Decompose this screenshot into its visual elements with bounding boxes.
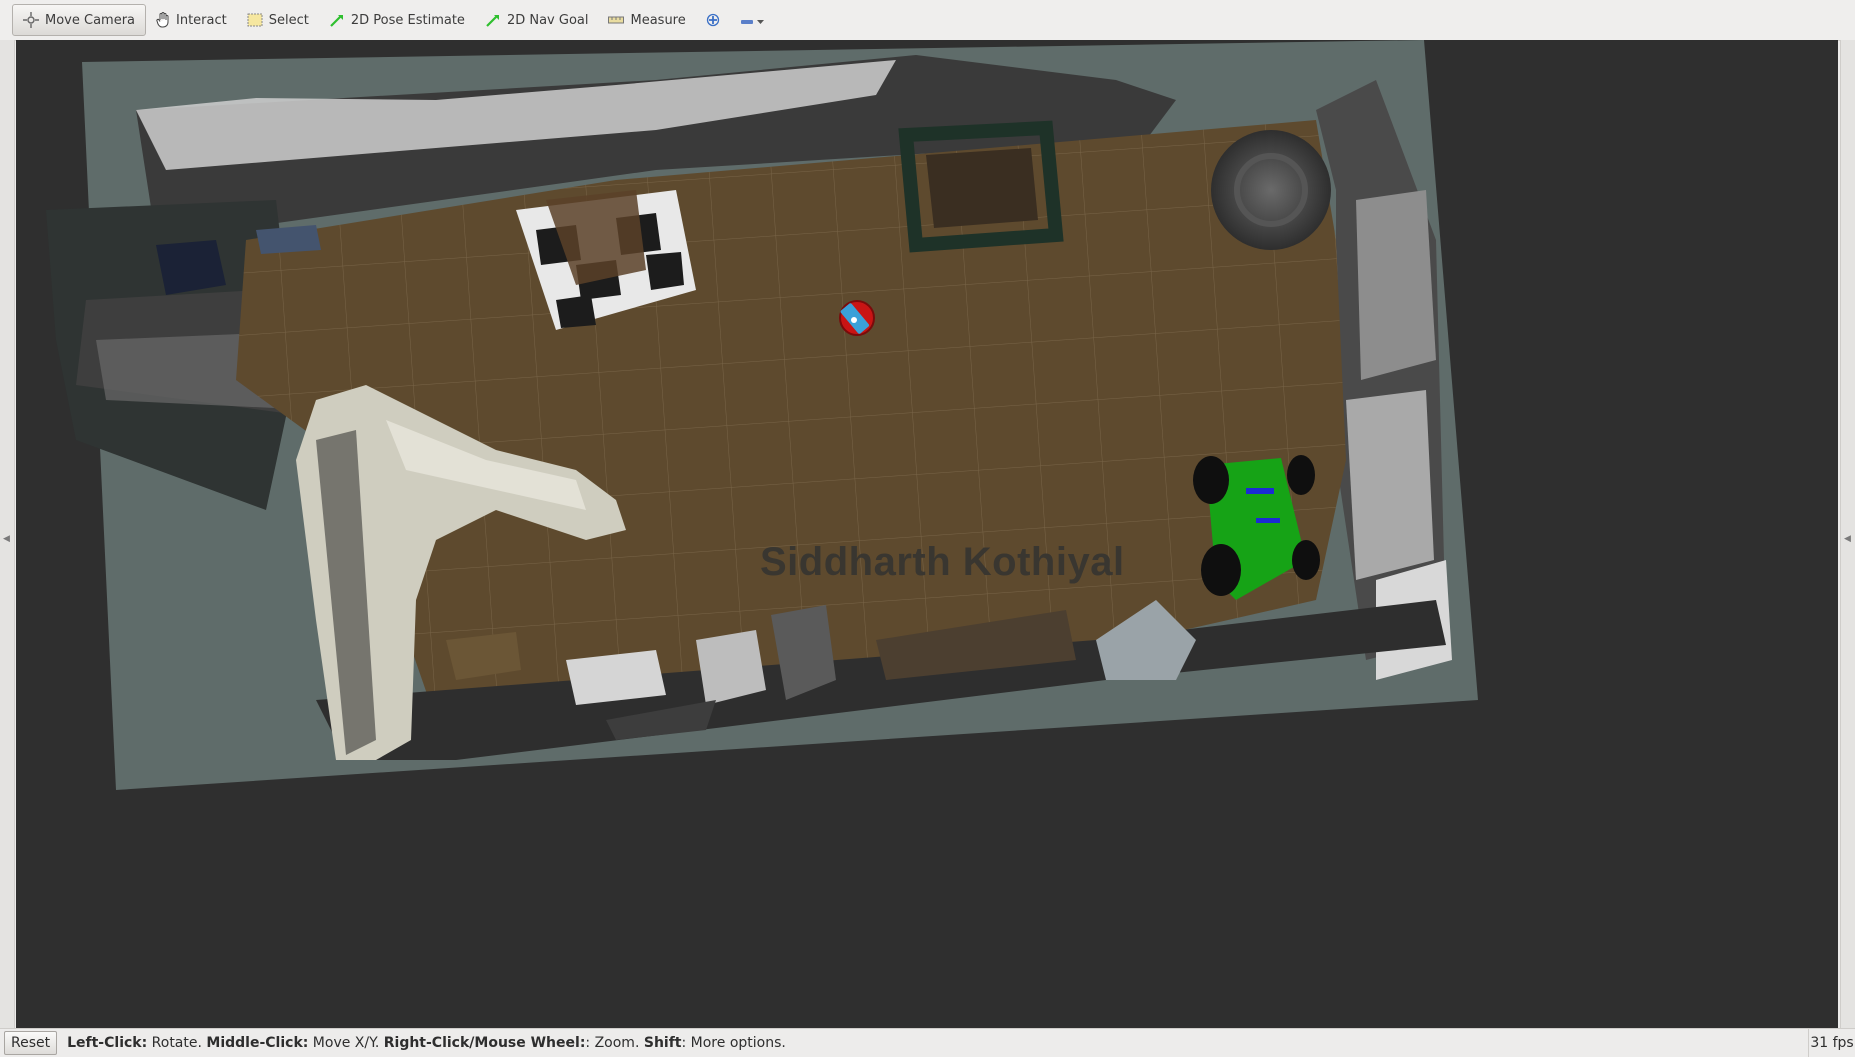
remove-tool-dropdown[interactable] (730, 4, 775, 36)
chevron-right-icon: ◀ (1844, 534, 1851, 544)
hint-key: Middle-Click: (206, 1035, 309, 1051)
measure-label: Measure (630, 12, 686, 28)
move-camera-tool[interactable]: Move Camera (12, 4, 147, 36)
robot-marker (839, 300, 875, 336)
measure-tool[interactable]: Measure (598, 4, 695, 36)
nav-goal-label: 2D Nav Goal (506, 12, 589, 28)
hint-key: Shift (643, 1035, 682, 1051)
hint-key: Right-Click/Mouse Wheel: (383, 1035, 586, 1051)
reset-button[interactable]: Reset (4, 1031, 58, 1055)
green-arrow-icon (485, 12, 501, 28)
fps-counter: 31 fps (1808, 1029, 1855, 1057)
select-box-icon (247, 13, 263, 27)
move-camera-icon (23, 12, 39, 28)
plus-icon (706, 13, 720, 27)
watermark-text: Siddharth Kothiyal (760, 540, 1125, 584)
point-cloud-scene (46, 40, 1478, 790)
hint-key: Left-Click: (67, 1035, 148, 1051)
minus-icon (740, 11, 754, 30)
status-bar: Reset Left-Click: Rotate. Middle-Click: … (0, 1028, 1855, 1057)
select-label: Select (268, 12, 309, 28)
hint-desc: : Zoom. (585, 1035, 644, 1051)
hint-desc: Rotate. (147, 1035, 207, 1051)
hint-desc: : More options. (681, 1035, 786, 1051)
chevron-left-icon: ◀ (3, 534, 10, 544)
hint-desc: Move X/Y. (308, 1035, 384, 1051)
pose-estimate-label: 2D Pose Estimate (350, 12, 465, 28)
add-tool-button[interactable] (696, 4, 730, 36)
pose-estimate-tool[interactable]: 2D Pose Estimate (319, 4, 475, 36)
interact-label: Interact (176, 12, 227, 28)
select-tool[interactable]: Select (237, 4, 319, 36)
toolbar: Move Camera Interact Select 2D Pose Esti… (0, 0, 1855, 41)
nav-goal-tool[interactable]: 2D Nav Goal (475, 4, 599, 36)
green-arrow-icon (329, 12, 345, 28)
status-hint: Left-Click: Rotate. Middle-Click: Move X… (67, 1035, 786, 1051)
left-panel-toggle[interactable]: ◀ (0, 40, 15, 1028)
chevron-down-icon (756, 11, 765, 30)
interact-tool[interactable]: Interact (146, 4, 237, 36)
ruler-icon (608, 15, 625, 25)
hand-icon (156, 12, 170, 28)
3d-viewport[interactable]: Siddharth Kothiyal (16, 40, 1838, 1028)
right-panel-toggle[interactable]: ◀ (1840, 40, 1855, 1028)
round-object (1211, 130, 1331, 250)
move-camera-label: Move Camera (45, 12, 136, 28)
